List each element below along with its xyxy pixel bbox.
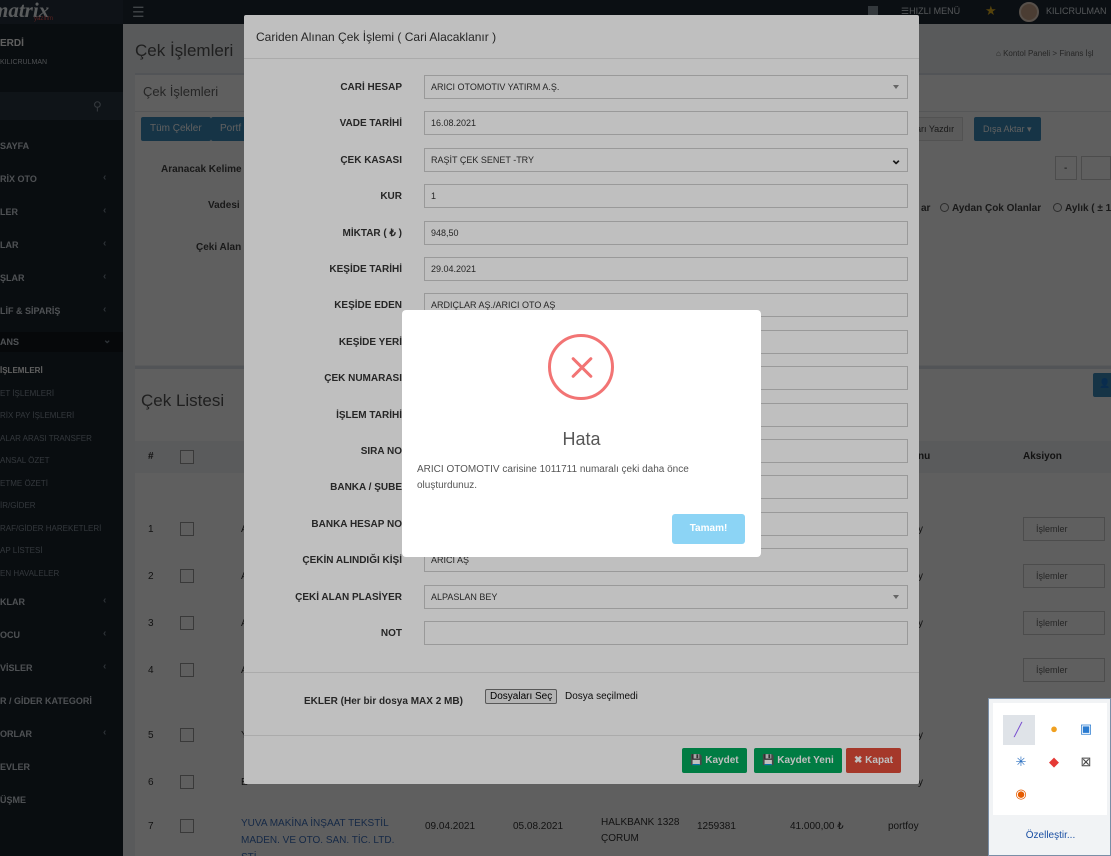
network-disconnected-icon[interactable]: ⊠ [1076, 752, 1096, 772]
tray-icons: ╱ ● ▣ ✳ ◆ ⊠ ◉ [993, 703, 1107, 815]
alert-title: Hata [562, 429, 601, 449]
remote-icon[interactable]: ◆ [1044, 752, 1064, 772]
network-icon[interactable]: ▣ [1076, 719, 1096, 739]
error-alert: Hata ARICI OTOMOTIV carisine 1011711 num… [402, 310, 761, 557]
snowflake-icon[interactable]: ✳ [1011, 752, 1031, 772]
system-tray-popup: ╱ ● ▣ ✳ ◆ ⊠ ◉ Özelleştir... [988, 698, 1111, 856]
sync-icon[interactable]: ◉ [1011, 784, 1031, 804]
error-icon [548, 334, 614, 400]
ok-button[interactable]: Tamam! [672, 514, 745, 544]
customize-link[interactable]: Özelleştir... [989, 830, 1111, 841]
update-icon[interactable]: ● [1044, 719, 1064, 739]
alert-message: ARICI OTOMOTIV carisine 1011711 numaralı… [417, 464, 689, 491]
pen-icon[interactable]: ╱ [1008, 720, 1028, 740]
